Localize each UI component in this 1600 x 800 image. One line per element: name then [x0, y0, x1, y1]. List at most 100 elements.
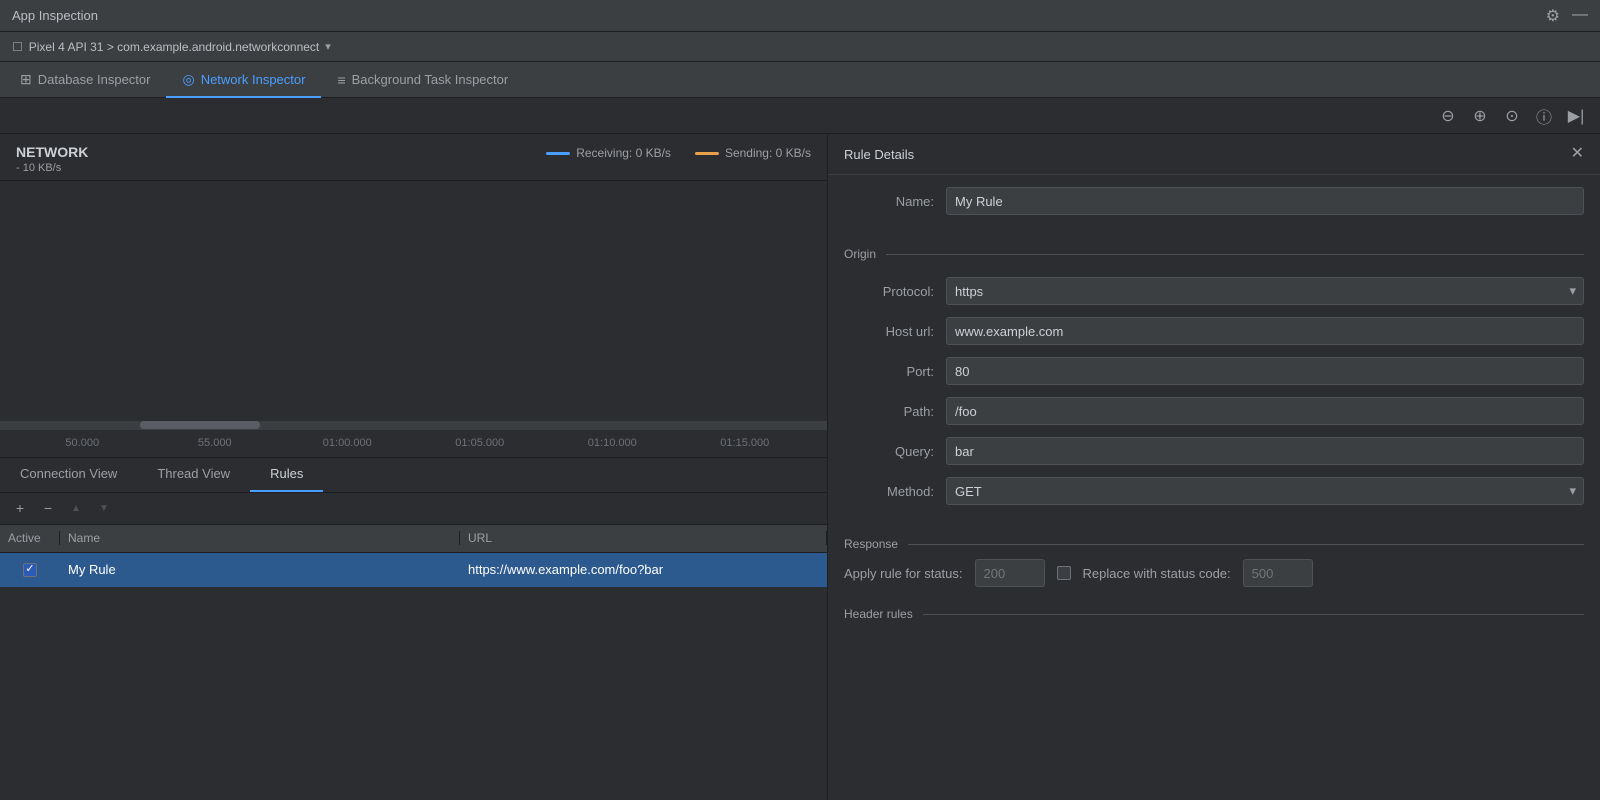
device-label: Pixel 4 API 31 > com.example.android.net… [29, 40, 320, 54]
scrollbar-thumb[interactable] [140, 421, 260, 429]
tab-background[interactable]: ≡ Background Task Inspector [321, 63, 524, 98]
origin-label: Origin [844, 247, 876, 261]
close-button[interactable]: ✕ [1571, 146, 1584, 162]
database-tab-icon: ⊞ [20, 71, 32, 88]
title-bar: App Inspection ⚙ — [0, 0, 1600, 32]
query-label: Query: [844, 444, 934, 459]
add-rule-button[interactable]: + [8, 497, 32, 519]
host-url-input[interactable] [946, 317, 1584, 345]
response-divider: Response [828, 529, 1600, 555]
timeline-label-0: 50.000 [16, 437, 149, 449]
col-name: Name [60, 531, 460, 545]
path-input[interactable] [946, 397, 1584, 425]
method-select-wrapper: GET POST PUT DELETE PATCH [946, 477, 1584, 505]
receiving-label: Receiving: 0 KB/s [576, 146, 671, 160]
name-input[interactable] [946, 187, 1584, 215]
replace-checkbox[interactable] [1057, 566, 1071, 580]
path-label: Path: [844, 404, 934, 419]
tab-bar: ⊞ Database Inspector ◎ Network Inspector… [0, 62, 1600, 98]
rule-details-title: Rule Details [844, 147, 914, 162]
host-url-row: Host url: [844, 317, 1584, 345]
origin-section: Protocol: https http * Host url: Port: P [828, 265, 1600, 529]
rule-details-header: Rule Details ✕ [828, 134, 1600, 175]
active-cell [0, 563, 60, 577]
table-row[interactable]: My Rule https://www.example.com/foo?bar [0, 553, 827, 587]
timeline-label-5: 01:15.000 [679, 437, 812, 449]
rules-table: Active Name URL My Rule https://www.exam… [0, 525, 827, 800]
apply-rule-input[interactable] [975, 559, 1045, 587]
host-url-label: Host url: [844, 324, 934, 339]
sending-label: Sending: 0 KB/s [725, 146, 811, 160]
chart-area[interactable]: 50.000 55.000 01:00.000 01:05.000 01:10.… [0, 181, 827, 457]
device-icon: ☐ [12, 40, 23, 54]
toolbar-row: ⊖ ⊕ ⊙ ⓘ ▶| [0, 98, 1600, 134]
move-down-button[interactable]: ▼ [92, 497, 116, 519]
main-content: NETWORK - 10 KB/s Receiving: 0 KB/s Send… [0, 134, 1600, 800]
response-row: Apply rule for status: Replace with stat… [828, 555, 1600, 599]
minimize-icon[interactable]: — [1572, 6, 1588, 26]
settings-icon[interactable]: ⚙ [1546, 6, 1560, 26]
header-rules-divider: Header rules [828, 599, 1600, 625]
replace-input[interactable] [1243, 559, 1313, 587]
tab-database[interactable]: ⊞ Database Inspector [4, 63, 166, 98]
method-label: Method: [844, 484, 934, 499]
origin-divider: Origin [828, 239, 1600, 265]
header-rules-line [923, 614, 1584, 615]
tab-connection-label: Connection View [20, 466, 117, 481]
tab-database-label: Database Inspector [38, 72, 151, 87]
device-chevron[interactable]: ▾ [325, 40, 331, 53]
col-active: Active [0, 531, 60, 545]
info-button[interactable]: ⓘ [1532, 104, 1556, 128]
origin-line [886, 254, 1584, 255]
sending-line [695, 152, 719, 155]
tab-network[interactable]: ◎ Network Inspector [166, 63, 321, 98]
response-label: Response [844, 537, 898, 551]
tab-thread-view[interactable]: Thread View [137, 458, 250, 492]
tab-thread-label: Thread View [157, 466, 230, 481]
left-panel: NETWORK - 10 KB/s Receiving: 0 KB/s Send… [0, 134, 828, 800]
timeline-label-2: 01:00.000 [281, 437, 414, 449]
chart-timeline: 50.000 55.000 01:00.000 01:05.000 01:10.… [0, 429, 827, 457]
network-header: NETWORK - 10 KB/s Receiving: 0 KB/s Send… [0, 134, 827, 181]
name-label: Name: [844, 194, 934, 209]
query-row: Query: [844, 437, 1584, 465]
apply-rule-label: Apply rule for status: [844, 566, 963, 581]
protocol-select[interactable]: https http * [946, 277, 1584, 305]
method-row: Method: GET POST PUT DELETE PATCH [844, 477, 1584, 505]
zoom-in-button[interactable]: ⊕ [1468, 104, 1492, 128]
reset-button[interactable]: ⊙ [1500, 104, 1524, 128]
network-title: NETWORK [16, 144, 88, 160]
zoom-out-button[interactable]: ⊖ [1436, 104, 1460, 128]
tab-connection-view[interactable]: Connection View [0, 458, 137, 492]
port-input[interactable] [946, 357, 1584, 385]
protocol-select-wrapper: https http * [946, 277, 1584, 305]
port-label: Port: [844, 364, 934, 379]
active-checkbox[interactable] [23, 563, 37, 577]
title-bar-actions: ⚙ — [1546, 6, 1588, 26]
scrollbar-track [0, 421, 827, 429]
tab-rules[interactable]: Rules [250, 458, 323, 492]
tab-network-label: Network Inspector [201, 72, 306, 87]
remove-rule-button[interactable]: − [36, 497, 60, 519]
play-button[interactable]: ▶| [1564, 104, 1588, 128]
network-stats: Receiving: 0 KB/s Sending: 0 KB/s [546, 144, 811, 160]
name-section: Name: [828, 175, 1600, 239]
timeline-label-3: 01:05.000 [414, 437, 547, 449]
app-title: App Inspection [12, 8, 98, 23]
protocol-label: Protocol: [844, 284, 934, 299]
query-input[interactable] [946, 437, 1584, 465]
bottom-tabs: Connection View Thread View Rules [0, 457, 827, 493]
rules-toolbar: + − ▲ ▼ [0, 493, 827, 525]
right-panel: Rule Details ✕ Name: Origin Protocol: ht… [828, 134, 1600, 800]
response-line [908, 544, 1584, 545]
tab-background-label: Background Task Inspector [352, 72, 509, 87]
move-up-button[interactable]: ▲ [64, 497, 88, 519]
tab-rules-label: Rules [270, 466, 303, 481]
protocol-row: Protocol: https http * [844, 277, 1584, 305]
receiving-line [546, 152, 570, 155]
sending-stat: Sending: 0 KB/s [695, 146, 811, 160]
table-header: Active Name URL [0, 525, 827, 553]
method-select[interactable]: GET POST PUT DELETE PATCH [946, 477, 1584, 505]
col-url: URL [460, 531, 827, 545]
url-cell: https://www.example.com/foo?bar [460, 562, 827, 577]
